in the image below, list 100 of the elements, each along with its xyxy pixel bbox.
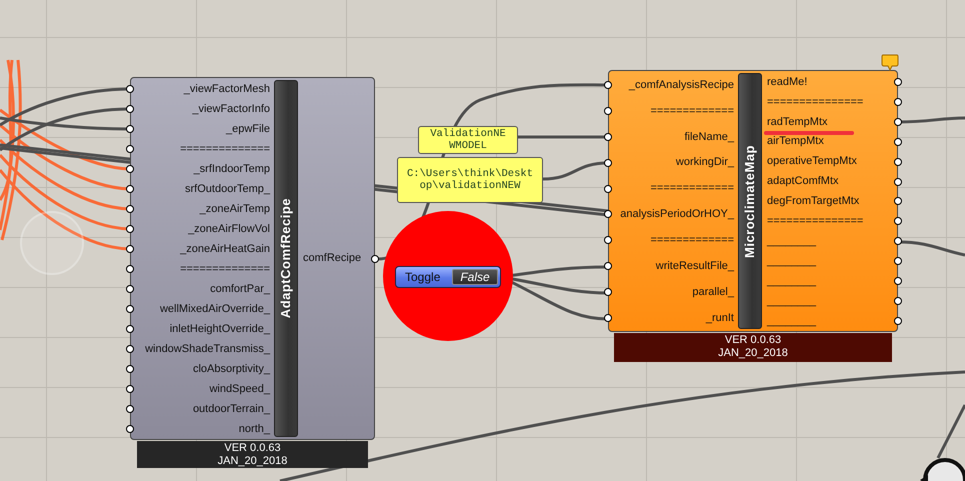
input-label: _zoneAirFlowVol	[188, 222, 270, 237]
port-icon[interactable]	[604, 236, 612, 244]
input-label: parallel_	[692, 284, 734, 300]
toggle-label: Toggle	[404, 269, 442, 285]
comment-icon[interactable]	[881, 54, 899, 71]
port-icon[interactable]	[894, 118, 902, 126]
output-label: ________	[767, 274, 816, 289]
port-icon[interactable]	[126, 125, 134, 133]
date-text: JAN_20_2018	[717, 347, 789, 360]
port-icon[interactable]	[604, 184, 612, 193]
date-text: JAN_20_2018	[216, 455, 288, 468]
port-icon[interactable]	[126, 285, 134, 293]
port-icon[interactable]	[894, 257, 902, 266]
input-label: fileName_	[684, 130, 734, 145]
panel-text: WMODEL	[448, 140, 488, 152]
port-icon[interactable]	[894, 197, 902, 206]
input-label: _viewFactorInfo	[192, 102, 270, 117]
panel-text: op\validationNEW	[418, 180, 522, 192]
input-label: outdoorTerrain_	[192, 402, 270, 417]
output-label: airTempMtx	[767, 134, 824, 150]
port-icon[interactable]	[126, 265, 134, 273]
port-icon[interactable]	[894, 178, 902, 186]
input-label: writeResultFile_	[656, 259, 734, 274]
port-icon[interactable]	[604, 132, 612, 141]
input-label: _srfIndoorTemp	[194, 162, 270, 177]
input-label: =============	[650, 233, 734, 248]
output-label: adaptComfMtx	[767, 174, 839, 190]
port-icon[interactable]	[894, 317, 902, 326]
input-label: _zoneAirHeatGain	[180, 242, 270, 257]
input-label: _epwFile	[226, 122, 270, 137]
panel-text: ValidationNE	[429, 128, 507, 140]
port-icon[interactable]	[604, 262, 612, 270]
port-icon[interactable]	[126, 185, 134, 193]
port-icon[interactable]	[604, 210, 612, 218]
output-label: ===============	[767, 214, 864, 230]
output-label: ________	[767, 234, 816, 250]
port-icon[interactable]	[894, 277, 902, 286]
port-icon[interactable]	[126, 365, 134, 373]
port-icon[interactable]	[126, 245, 134, 253]
input-label: _runIt	[706, 310, 734, 326]
output-label: ________	[767, 254, 816, 269]
port-icon[interactable]	[604, 106, 612, 115]
output-label: radTempMtx	[767, 114, 828, 130]
component-title: AdaptComfRecipe	[277, 198, 294, 319]
port-icon[interactable]	[894, 78, 902, 86]
input-label: =============	[650, 181, 734, 196]
input-label: windowShadeTransmiss_	[145, 342, 270, 357]
input-label: wellMixedAirOverride_	[160, 302, 270, 317]
text-panel[interactable]: C:\Users\think\Deskt op\validationNEW	[397, 157, 543, 203]
input-label: ==============	[180, 262, 270, 277]
output-label: comfRecipe	[303, 251, 362, 266]
port-icon[interactable]	[126, 145, 134, 153]
port-icon[interactable]	[126, 105, 134, 113]
port-icon[interactable]	[126, 325, 134, 333]
input-label: analysisPeriodOrHOY_	[620, 207, 734, 222]
port-icon[interactable]	[894, 158, 902, 166]
output-label: operativeTempMtx	[767, 154, 857, 170]
input-label: srfOutdoorTemp_	[185, 182, 270, 197]
boolean-toggle[interactable]: Toggle False	[395, 266, 501, 288]
version-text: VER 0.0.63	[223, 442, 282, 455]
input-label: inletHeightOverride_	[170, 322, 270, 337]
version-text: VER 0.0.63	[724, 334, 782, 347]
port-icon[interactable]	[126, 205, 134, 213]
output-label: ________	[767, 294, 816, 309]
output-label: ________	[767, 314, 816, 329]
port-icon[interactable]	[894, 237, 902, 246]
port-icon[interactable]	[894, 98, 902, 106]
component-title: MicroclimateMap	[741, 144, 758, 258]
input-label: _viewFactorMesh	[184, 82, 270, 97]
port-icon[interactable]	[894, 138, 902, 146]
port-icon[interactable]	[371, 254, 379, 262]
port-icon[interactable]	[126, 85, 134, 93]
port-icon[interactable]	[126, 405, 134, 413]
output-label: readMe!	[767, 74, 808, 90]
input-label: comfortPar_	[210, 282, 270, 297]
input-label: =============	[650, 104, 734, 119]
port-icon[interactable]	[126, 345, 134, 353]
output-label: degFromTargetMtx	[767, 194, 860, 210]
toggle-value: False	[452, 269, 498, 285]
input-label: workingDir_	[676, 155, 734, 170]
port-icon[interactable]	[126, 165, 134, 173]
input-label: north_	[238, 422, 270, 437]
port-icon[interactable]	[894, 217, 902, 226]
port-icon[interactable]	[126, 225, 134, 233]
navigation-widget-icon[interactable]	[920, 456, 965, 481]
input-label: _comfAnalysisRecipe	[628, 78, 734, 93]
output-label: ===============	[767, 94, 864, 110]
port-icon[interactable]	[126, 425, 134, 433]
port-icon[interactable]	[604, 314, 612, 322]
port-icon[interactable]	[894, 297, 902, 306]
input-label: cloAbsorptivity_	[192, 362, 270, 377]
text-panel[interactable]: ValidationNE WMODEL	[418, 126, 518, 154]
port-icon[interactable]	[604, 80, 612, 89]
port-icon[interactable]	[604, 158, 612, 167]
input-label: ==============	[180, 142, 270, 157]
input-label: _zoneAirTemp	[200, 202, 270, 217]
port-icon[interactable]	[126, 305, 134, 313]
port-icon[interactable]	[126, 385, 134, 393]
port-icon[interactable]	[604, 288, 612, 296]
panel-text: C:\Users\think\Deskt	[406, 168, 534, 180]
